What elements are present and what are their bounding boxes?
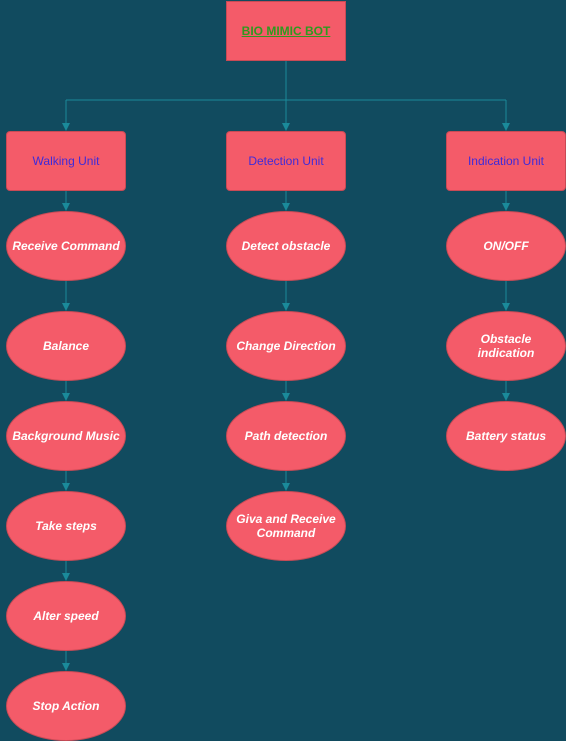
detect-obstacle-node[interactable]: Detect obstacle <box>226 211 346 281</box>
receive-command-label: Receive Command <box>12 239 120 253</box>
giva-and-receive-command-node[interactable]: Giva and Receive Command <box>226 491 346 561</box>
background-music-label: Background Music <box>12 429 120 443</box>
change-direction-label: Change Direction <box>236 339 336 353</box>
obstacle-indication-node[interactable]: Obstacle indication <box>446 311 566 381</box>
stop-action-label: Stop Action <box>32 699 100 713</box>
walking-unit-label: Walking Unit <box>32 154 100 168</box>
balance-label: Balance <box>42 339 90 353</box>
stop-action-node[interactable]: Stop Action <box>6 671 126 741</box>
change-direction-node[interactable]: Change Direction <box>226 311 346 381</box>
indication-unit-node[interactable]: Indication Unit <box>446 131 566 191</box>
battery-status-node[interactable]: Battery status <box>446 401 566 471</box>
obstacle-indication-label: Obstacle indication <box>477 332 535 360</box>
balance-node[interactable]: Balance <box>6 311 126 381</box>
alter-speed-label: Alter speed <box>33 609 99 623</box>
indication-unit-label: Indication Unit <box>467 154 545 168</box>
take-steps-node[interactable]: Take steps <box>6 491 126 561</box>
root-node-label: BIO MIMIC BOT <box>241 24 331 38</box>
detection-unit-node[interactable]: Detection Unit <box>226 131 346 191</box>
receive-command-node[interactable]: Receive Command <box>6 211 126 281</box>
background-music-node[interactable]: Background Music <box>6 401 126 471</box>
alter-speed-node[interactable]: Alter speed <box>6 581 126 651</box>
battery-status-label: Battery status <box>465 429 547 443</box>
on-off-node[interactable]: ON/OFF <box>446 211 566 281</box>
take-steps-label: Take steps <box>35 519 97 533</box>
root-node-bio-mimic-bot[interactable]: BIO MIMIC BOT <box>226 1 346 61</box>
flowchart-canvas: BIO MIMIC BOT Walking Unit Receive Comma… <box>0 0 566 741</box>
on-off-label: ON/OFF <box>483 239 529 253</box>
detect-obstacle-label: Detect obstacle <box>241 239 331 253</box>
walking-unit-node[interactable]: Walking Unit <box>6 131 126 191</box>
giva-and-receive-command-label: Giva and Receive Command <box>236 512 336 540</box>
path-detection-node[interactable]: Path detection <box>226 401 346 471</box>
path-detection-label: Path detection <box>244 429 328 443</box>
detection-unit-label: Detection Unit <box>248 154 324 168</box>
